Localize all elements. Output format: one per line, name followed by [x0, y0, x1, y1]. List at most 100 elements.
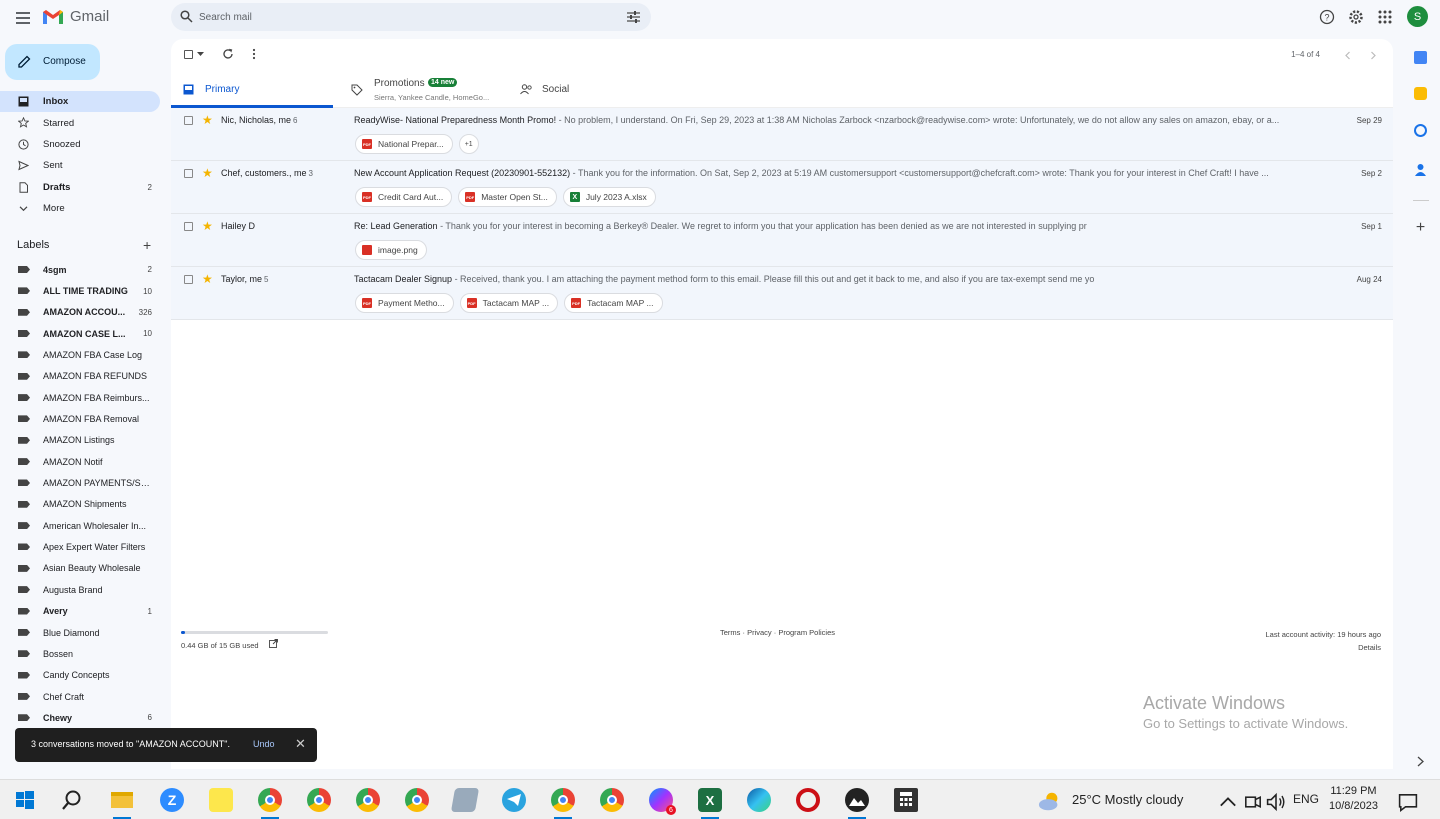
details-link[interactable]: Details	[1266, 641, 1381, 654]
settings-gear-icon[interactable]	[1348, 9, 1364, 25]
select-dropdown-icon[interactable]	[197, 52, 204, 57]
label-item[interactable]: Asian Beauty Wholesale	[0, 558, 160, 579]
nav-item-inbox[interactable]: Inbox	[0, 91, 160, 113]
expand-chevron-icon[interactable]	[1414, 755, 1427, 768]
open-external-icon[interactable]	[269, 639, 278, 648]
account-avatar[interactable]: S	[1407, 6, 1428, 27]
contacts-icon[interactable]	[1414, 163, 1427, 176]
nav-item-more[interactable]: More	[0, 198, 160, 219]
weather-text[interactable]: 25°C Mostly cloudy	[1072, 792, 1183, 807]
email-row[interactable]: ★ Hailey D Re: Lead Generation - Thank you…	[171, 214, 1393, 267]
tab-primary[interactable]: Primary	[171, 73, 333, 108]
meet-now-icon[interactable]	[1241, 790, 1265, 814]
attachment-chip[interactable]: PDF Tactacam MAP ...	[564, 293, 663, 313]
search-options-icon[interactable]	[627, 11, 640, 23]
footer-links[interactable]: Terms · Privacy · Program Policies	[720, 628, 835, 637]
search-icon[interactable]	[180, 10, 193, 23]
prev-page-chevron-icon[interactable]	[1344, 51, 1351, 60]
messenger-icon[interactable]: 6	[649, 788, 676, 815]
label-item[interactable]: AMAZON FBA Reimburs...	[0, 387, 160, 408]
label-item[interactable]: AMAZON FBA REFUNDS	[0, 366, 160, 387]
label-item[interactable]: Blue Diamond	[0, 622, 160, 643]
sticky-notes-icon[interactable]	[209, 788, 233, 812]
chrome-icon[interactable]	[258, 788, 282, 819]
label-item[interactable]: Apex Expert Water Filters	[0, 536, 160, 557]
tab-promotions[interactable]: Promotions 14 new Sierra, Yankee Candle,…	[341, 73, 501, 108]
label-item[interactable]: AMAZON PAYMENTS/SE...	[0, 472, 160, 493]
label-item[interactable]: AMAZON CASE L... 10	[0, 323, 160, 344]
compose-button[interactable]: Compose	[5, 44, 100, 80]
search-input[interactable]	[199, 8, 599, 26]
calculator-icon[interactable]	[894, 788, 918, 812]
label-item[interactable]: AMAZON FBA Case Log	[0, 344, 160, 365]
attachment-chip[interactable]: X July 2023 A.xlsx	[562, 187, 656, 207]
email-row[interactable]: ★ Nic, Nicholas, me 6 ReadyWise- National P…	[171, 108, 1393, 161]
label-item[interactable]: Chef Craft	[0, 686, 160, 707]
undo-button[interactable]: Undo	[253, 739, 275, 749]
chrome-icon[interactable]	[405, 788, 429, 812]
email-row[interactable]: ★ Chef, customers., me 3 New Account Applic…	[171, 161, 1393, 214]
gmail-logo[interactable]: Gmail	[42, 8, 109, 25]
chrome-icon[interactable]	[600, 788, 624, 812]
main-menu-icon[interactable]	[14, 9, 32, 27]
edge-icon[interactable]	[747, 788, 771, 812]
attachment-chip[interactable]: image.png	[355, 240, 427, 260]
refresh-icon[interactable]	[222, 48, 234, 60]
opera-icon[interactable]	[796, 788, 820, 812]
create-label-plus-icon[interactable]: +	[143, 238, 151, 252]
zoom-icon[interactable]: Z	[160, 788, 184, 812]
nav-item-starred[interactable]: Starred	[0, 112, 160, 133]
row-checkbox[interactable]	[184, 222, 193, 231]
tab-social[interactable]: Social	[511, 73, 651, 108]
notepad-icon[interactable]	[450, 788, 480, 812]
attachment-chip[interactable]: PDF Tactacam MAP ...	[459, 293, 559, 313]
weather-cloud-icon[interactable]	[1038, 789, 1062, 813]
windows-start-icon[interactable]	[13, 788, 37, 812]
label-item[interactable]: AMAZON Notif	[0, 451, 160, 472]
chrome-icon[interactable]	[356, 788, 380, 812]
label-item[interactable]: 4sgm 2	[0, 259, 160, 280]
nav-item-snoozed[interactable]: Snoozed	[0, 134, 160, 155]
label-item[interactable]: ALL TIME TRADING 10	[0, 280, 160, 301]
chevron-up-icon[interactable]	[1216, 790, 1240, 814]
more-vert-icon[interactable]	[251, 48, 257, 60]
attachment-chip[interactable]: PDF Credit Card Aut...	[355, 187, 453, 207]
excel-icon[interactable]: X	[698, 788, 722, 819]
nav-item-sent[interactable]: Sent	[0, 155, 160, 176]
notification-center-icon[interactable]	[1396, 790, 1420, 814]
chrome-icon[interactable]	[551, 788, 575, 819]
row-checkbox[interactable]	[184, 275, 193, 284]
label-item[interactable]: AMAZON FBA Removal	[0, 408, 160, 429]
more-attachments-chip[interactable]: +1	[458, 134, 479, 154]
star-icon[interactable]: ★	[202, 114, 213, 126]
volume-icon[interactable]	[1264, 790, 1288, 814]
label-item[interactable]: Augusta Brand	[0, 579, 160, 600]
add-addon-plus-icon[interactable]: +	[1414, 220, 1427, 236]
row-checkbox[interactable]	[184, 116, 193, 125]
nav-item-drafts[interactable]: Drafts 2	[0, 177, 160, 198]
label-item[interactable]: Chewy 6	[0, 707, 160, 728]
attachment-chip[interactable]: PDF National Prepar...	[355, 134, 453, 154]
taskbar-clock[interactable]: 11:29 PM 10/8/2023	[1329, 784, 1378, 814]
file-explorer-icon[interactable]	[110, 788, 134, 819]
star-icon[interactable]: ★	[202, 167, 213, 179]
label-item[interactable]: AMAZON Shipments	[0, 494, 160, 515]
star-icon[interactable]: ★	[202, 273, 213, 285]
help-icon[interactable]: ?	[1319, 9, 1335, 25]
label-item[interactable]: American Wholesaler In...	[0, 515, 160, 536]
attachment-chip[interactable]: PDF Master Open St...	[458, 187, 557, 207]
apps-grid-icon[interactable]	[1377, 9, 1393, 25]
keep-icon[interactable]	[1414, 87, 1427, 100]
close-icon[interactable]: ✕	[295, 737, 306, 751]
label-item[interactable]: Avery 1	[0, 601, 160, 622]
label-item[interactable]: AMAZON Listings	[0, 430, 160, 451]
language-indicator[interactable]: ENG	[1293, 792, 1319, 806]
email-row[interactable]: ★ Taylor, me 5 Tactacam Dealer Signup - Rec…	[171, 267, 1393, 320]
photos-app-icon[interactable]	[845, 788, 869, 819]
row-checkbox[interactable]	[184, 169, 193, 178]
search-icon[interactable]	[60, 788, 84, 812]
calendar-icon[interactable]	[1414, 51, 1427, 64]
label-item[interactable]: Bossen	[0, 643, 160, 664]
attachment-chip[interactable]: PDF Payment Metho...	[355, 293, 454, 313]
next-page-chevron-icon[interactable]	[1370, 51, 1377, 60]
